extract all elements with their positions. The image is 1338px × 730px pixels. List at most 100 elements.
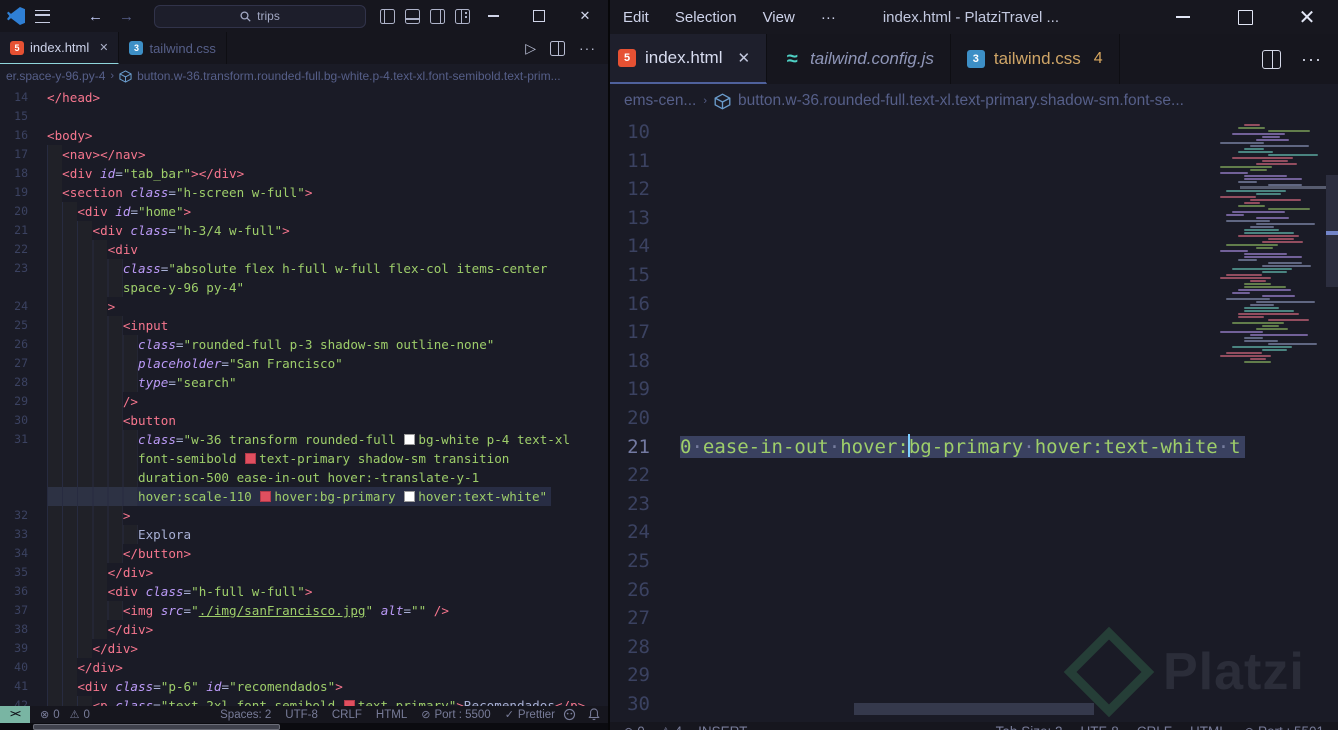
minimap[interactable] xyxy=(1220,124,1326,384)
status-item[interactable]: HTML xyxy=(376,709,407,721)
breadcrumb-path[interactable]: er.space-y-96.py-4 xyxy=(6,69,105,83)
forward-arrow-icon[interactable]: → xyxy=(111,8,142,25)
feedback-icon[interactable] xyxy=(563,708,576,721)
breadcrumb-element[interactable]: button.w-36.rounded-full.text-xl.text-pr… xyxy=(738,92,1184,110)
minimize-button[interactable] xyxy=(470,0,516,32)
bell-icon[interactable] xyxy=(588,708,600,721)
minimap-line xyxy=(1244,256,1302,258)
code-line-content: </div> xyxy=(47,620,157,639)
code-token: = xyxy=(183,584,192,599)
left-titlebar: ← → trips ✕ xyxy=(0,0,608,32)
breadcrumb[interactable]: er.space-y-96.py-4 › button.w-36.transfo… xyxy=(0,64,608,88)
tab-index.html[interactable]: 5 index.html ✕ xyxy=(0,32,120,64)
close-button[interactable]: ✕ xyxy=(562,0,608,32)
breadcrumb[interactable]: ems-cen... › button.w-36.rounded-full.te… xyxy=(610,84,1338,118)
window-controls: ✕ xyxy=(1152,0,1338,34)
right-tabbar: 5 index.html ✕ ≈ tailwind.config.js 3 tailwind… xyxy=(610,34,1338,84)
whitespace-dot: · xyxy=(1217,435,1230,458)
left-code-editor[interactable]: 14 </head> 15 16 <body> 17 <nav></nav> 18 <div… xyxy=(0,88,608,706)
code-line-content xyxy=(650,204,680,233)
status-item[interactable]: ⚠ 0 xyxy=(70,708,90,722)
minimap-line xyxy=(1262,160,1288,162)
line-number: 40 xyxy=(14,660,28,674)
vertical-scrollbar[interactable] xyxy=(1326,118,1338,722)
toggle-panel-icon[interactable] xyxy=(405,8,420,24)
menu-view[interactable]: View xyxy=(750,9,808,26)
indent-guides xyxy=(47,658,78,677)
code-line-content: <div class="p-6" id="recomendados"> xyxy=(47,677,347,696)
code-line: 30 <button xyxy=(0,411,608,430)
code-line-content: </div> xyxy=(47,639,142,658)
close-button[interactable]: ✕ xyxy=(1276,0,1338,34)
maximize-button[interactable] xyxy=(516,0,562,32)
progress-scrollbar[interactable] xyxy=(33,724,280,730)
code-line-content: <div class="h-full w-full"> xyxy=(47,582,316,601)
tab-label: index.html xyxy=(30,40,90,55)
tab-close-icon[interactable]: ✕ xyxy=(99,41,108,54)
tab-index.html[interactable]: 5 index.html ✕ xyxy=(610,34,768,84)
status-item[interactable]: Tab Size: 2 xyxy=(996,724,1063,730)
minimap-line xyxy=(1268,208,1310,210)
status-item[interactable]: HTML xyxy=(1190,724,1227,730)
code-line-content: /> xyxy=(47,392,142,411)
status-item[interactable]: INSERT xyxy=(698,724,747,730)
status-item[interactable]: ⚠4 xyxy=(661,724,682,730)
line-number: 19 xyxy=(627,378,650,401)
code-token: t xyxy=(1229,435,1241,458)
code-line-content: <div id="tab_bar"></div> xyxy=(47,164,248,183)
code-line-content: hover:scale-110 hover:bg-primary hover:t… xyxy=(47,487,552,506)
minimap-line xyxy=(1226,214,1244,216)
line-number: 29 xyxy=(14,394,28,408)
split-editor-icon[interactable] xyxy=(1262,49,1282,69)
status-item[interactable]: Spaces: 2 xyxy=(220,709,271,721)
split-editor-icon[interactable] xyxy=(550,40,565,56)
more-actions-icon[interactable]: ··· xyxy=(1301,49,1322,70)
status-item[interactable]: ✓ Prettier xyxy=(505,708,555,722)
more-actions-icon[interactable]: ··· xyxy=(579,40,596,56)
code-token: = xyxy=(183,603,192,618)
code-line-content xyxy=(650,661,680,690)
status-item[interactable]: ⊘ Port : 5501 xyxy=(1245,724,1324,730)
status-item[interactable]: UTF-8 xyxy=(1080,724,1118,730)
tab-close-icon[interactable]: ✕ xyxy=(737,49,750,67)
toggle-secondary-sidebar-icon[interactable] xyxy=(430,8,445,24)
menu-selection[interactable]: Selection xyxy=(662,9,750,26)
css-file-icon: 3 xyxy=(966,50,985,68)
code-token: ease-in-out xyxy=(702,435,829,458)
horizontal-scrollbar[interactable] xyxy=(854,703,1094,715)
tab-tailwind.config.js[interactable]: ≈ tailwind.config.js xyxy=(767,34,951,84)
menu-edit[interactable]: Edit xyxy=(610,9,662,26)
customize-layout-icon[interactable] xyxy=(455,8,470,24)
tab-tailwind.css[interactable]: 3 tailwind.css 4 xyxy=(950,34,1120,84)
minimize-button[interactable] xyxy=(1152,0,1214,34)
html-file-icon: 5 xyxy=(10,40,24,55)
status-item[interactable]: ⊗0 xyxy=(40,708,60,722)
tab-tailwind.css[interactable]: 3 tailwind.css xyxy=(119,32,227,64)
remote-indicator[interactable]: >< xyxy=(0,706,30,723)
indent-guides xyxy=(47,449,138,468)
line-number: 16 xyxy=(627,292,650,315)
breadcrumb-path[interactable]: ems-cen... xyxy=(624,92,696,110)
command-center-search[interactable]: trips xyxy=(154,4,366,28)
line-number: 20 xyxy=(14,204,28,218)
status-item[interactable]: ⊗0 xyxy=(624,724,645,730)
right-code-editor[interactable]: 10 11 12 13 14 15 16 17 18 19 20 21 0·ease-in-out·ho… xyxy=(610,118,1338,722)
status-item[interactable]: ⊘ Port : 5500 xyxy=(421,708,490,722)
breadcrumb-element[interactable]: button.w-36.transform.rounded-full.bg-wh… xyxy=(137,69,561,83)
line-number xyxy=(0,468,28,487)
minimap-line xyxy=(1244,307,1279,309)
maximize-button[interactable] xyxy=(1214,0,1276,34)
menu-hamburger-icon[interactable] xyxy=(35,9,50,23)
left-status-right: Spaces: 2 UTF-8 CRLF HTML ⊘ Port : 5500 ✓ Prett… xyxy=(220,708,555,722)
menu-more[interactable]: ··· xyxy=(808,9,849,26)
line-number: 21 xyxy=(14,223,28,237)
back-arrow-icon[interactable]: ← xyxy=(80,8,111,25)
status-item-label: Prettier xyxy=(517,708,555,721)
problems-status[interactable]: ⊗ 0 ⚠ 0 xyxy=(40,708,90,722)
toggle-sidebar-icon[interactable] xyxy=(380,8,395,24)
status-item[interactable]: CRLF xyxy=(332,709,362,721)
minimap-line xyxy=(1238,127,1265,129)
status-item[interactable]: CRLF xyxy=(1137,724,1172,730)
status-item[interactable]: UTF-8 xyxy=(285,709,318,721)
run-icon[interactable]: ▷ xyxy=(525,40,536,57)
